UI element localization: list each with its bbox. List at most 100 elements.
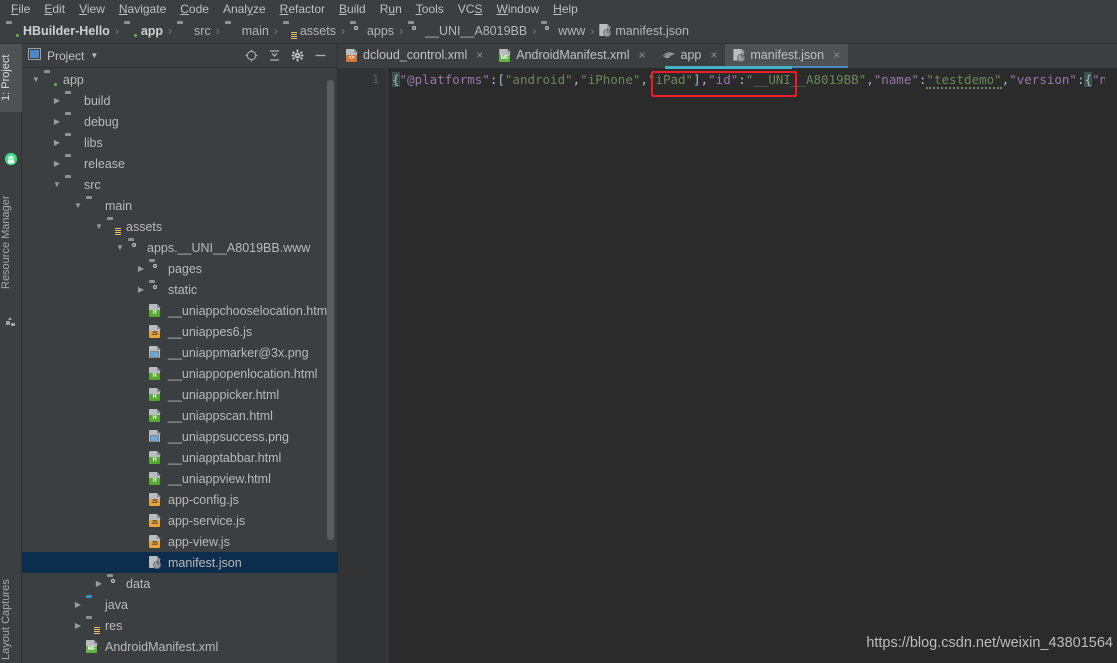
close-icon[interactable]: ×: [476, 48, 483, 62]
collapse-all-icon[interactable]: [268, 49, 281, 62]
tree-row-label: main: [105, 198, 133, 213]
breadcrumb-item--uni-a8019bb[interactable]: __UNI__A8019BB: [408, 24, 527, 38]
menu-item-vcs[interactable]: VCS: [451, 0, 490, 18]
tree-row[interactable]: JS app-view.js: [22, 531, 338, 552]
tree-row[interactable]: H __uniapppicker.html: [22, 384, 338, 405]
close-icon[interactable]: ×: [710, 48, 717, 62]
sidebar-item-resource-manager[interactable]: Resource Manager: [0, 172, 22, 312]
breadcrumb-item-src[interactable]: src: [177, 24, 211, 38]
tree-row[interactable]: H __uniappscan.html: [22, 405, 338, 426]
project-tree-scrollbar[interactable]: [327, 80, 334, 540]
editor-scrollbar-track[interactable]: [1105, 68, 1117, 663]
tree-row[interactable]: ▼ apps.__UNI__A8019BB.www: [22, 237, 338, 258]
sidebar-item-layout-captures[interactable]: Layout Captures: [0, 564, 22, 663]
project-tree[interactable]: ▼ app ▶ build ▶ debug ▶ libs ▶ release ▼ src ▼ main ▼ a…: [22, 69, 338, 663]
breadcrumb-item-main[interactable]: main: [225, 24, 269, 38]
breadcrumb-separator: ›: [114, 23, 119, 38]
package-folder-icon: [541, 24, 554, 37]
tree-row-label: build: [84, 93, 111, 108]
menu-item-navigate[interactable]: Navigate: [112, 0, 173, 18]
tree-row[interactable]: ▶ build: [22, 90, 338, 111]
tree-row[interactable]: JS app-config.js: [22, 489, 338, 510]
tree-row[interactable]: ▼ src: [22, 174, 338, 195]
tree-row[interactable]: ▶ java: [22, 594, 338, 615]
menu-item-code[interactable]: Code: [173, 0, 216, 18]
menu-item-help[interactable]: Help: [546, 0, 585, 18]
editor-tab-app[interactable]: app ×: [654, 44, 726, 68]
tree-row[interactable]: ▶ res: [22, 615, 338, 636]
editor-tab-androidmanifest-xml[interactable]: MF AndroidManifest.xml ×: [491, 44, 653, 68]
tree-row-icon: [105, 577, 121, 590]
breadcrumb-item-manifest-json[interactable]: manifest.json: [599, 24, 689, 38]
package-folder-icon: [107, 577, 120, 590]
tree-row[interactable]: ▶ pages: [22, 258, 338, 279]
tree-row[interactable]: ▶ data: [22, 573, 338, 594]
breadcrumb-item-hbuilder-hello[interactable]: HBuilder-Hello: [6, 24, 110, 38]
chevron-right-icon[interactable]: ▶: [51, 138, 63, 147]
tree-row[interactable]: ▶ libs: [22, 132, 338, 153]
chevron-right-icon[interactable]: ▶: [93, 579, 105, 588]
tree-row[interactable]: H __uniappview.html: [22, 468, 338, 489]
menu-item-run[interactable]: Run: [373, 0, 409, 18]
tree-row[interactable]: ▼ assets: [22, 216, 338, 237]
tree-row[interactable]: ▼ main: [22, 195, 338, 216]
html-file-icon: H: [149, 367, 161, 380]
menu-item-file[interactable]: File: [4, 0, 37, 18]
breadcrumb-item-apps[interactable]: apps: [350, 24, 394, 38]
settings-gear-icon[interactable]: [291, 49, 304, 62]
tree-row[interactable]: MF AndroidManifest.xml: [22, 636, 338, 657]
close-icon[interactable]: ×: [638, 48, 645, 62]
tree-row-label: __uniappchooselocation.html: [168, 303, 330, 318]
code-content[interactable]: {"@platforms":["android","iPhone","iPad"…: [389, 68, 1117, 663]
hide-panel-icon[interactable]: [314, 49, 327, 62]
chevron-right-icon[interactable]: ▶: [51, 117, 63, 126]
code-token: "name": [873, 72, 919, 87]
tree-row[interactable]: ▼ app: [22, 69, 338, 90]
tree-row-label: pages: [168, 261, 203, 276]
menu-item-refactor[interactable]: Refactor: [273, 0, 332, 18]
active-tab-underline: [665, 66, 792, 69]
chevron-down-icon[interactable]: ▼: [114, 243, 126, 252]
chevron-right-icon[interactable]: ▶: [135, 264, 147, 273]
tree-row[interactable]: __uniappmarker@3x.png: [22, 342, 338, 363]
chevron-down-icon[interactable]: ▼: [90, 51, 98, 60]
menu-item-tools[interactable]: Tools: [409, 0, 451, 18]
tree-row[interactable]: JS __uniappes6.js: [22, 321, 338, 342]
chevron-right-icon[interactable]: ▶: [72, 600, 84, 609]
resource-manager-label: Resource Manager: [0, 195, 12, 289]
tree-row[interactable]: H __uniappopenlocation.html: [22, 363, 338, 384]
breadcrumb-item-assets[interactable]: assets: [283, 24, 336, 39]
tree-row[interactable]: JS app-service.js: [22, 510, 338, 531]
chevron-right-icon[interactable]: ▶: [72, 621, 84, 630]
menu-item-edit[interactable]: Edit: [37, 0, 72, 18]
tree-row-label: app-view.js: [168, 534, 230, 549]
tree-row[interactable]: manifest.json: [22, 552, 338, 573]
chevron-down-icon[interactable]: ▼: [30, 75, 42, 84]
locate-target-icon[interactable]: [245, 49, 258, 62]
menu-item-build[interactable]: Build: [332, 0, 373, 18]
editor-tab-dcloud-control-xml[interactable]: <> dcloud_control.xml ×: [338, 44, 491, 68]
sidebar-item-project[interactable]: 1: Project: [0, 44, 22, 112]
chevron-right-icon[interactable]: ▶: [135, 285, 147, 294]
chevron-down-icon[interactable]: ▼: [51, 180, 63, 189]
breadcrumb-item-app[interactable]: app: [124, 24, 163, 38]
chevron-down-icon[interactable]: ▼: [72, 201, 84, 210]
editor-tab-label: dcloud_control.xml: [363, 48, 468, 62]
menu-item-analyze[interactable]: Analyze: [216, 0, 273, 18]
tree-row[interactable]: ▶ debug: [22, 111, 338, 132]
chevron-right-icon[interactable]: ▶: [51, 96, 63, 105]
chevron-down-icon[interactable]: ▼: [93, 222, 105, 231]
tree-row-icon: [42, 73, 58, 87]
tree-row[interactable]: ▶ static: [22, 279, 338, 300]
tree-row[interactable]: H __uniapptabbar.html: [22, 447, 338, 468]
breadcrumb-item-www[interactable]: www: [541, 24, 585, 38]
tree-row[interactable]: ▶ release: [22, 153, 338, 174]
close-icon[interactable]: ×: [833, 48, 840, 62]
tree-row[interactable]: H __uniappchooselocation.html: [22, 300, 338, 321]
menu-item-view[interactable]: View: [72, 0, 112, 18]
editor-tab-manifest-json[interactable]: manifest.json ×: [725, 44, 849, 68]
chevron-right-icon[interactable]: ▶: [51, 159, 63, 168]
tree-row[interactable]: __uniappsuccess.png: [22, 426, 338, 447]
tree-row-icon: [147, 430, 163, 443]
menu-item-window[interactable]: Window: [489, 0, 546, 18]
